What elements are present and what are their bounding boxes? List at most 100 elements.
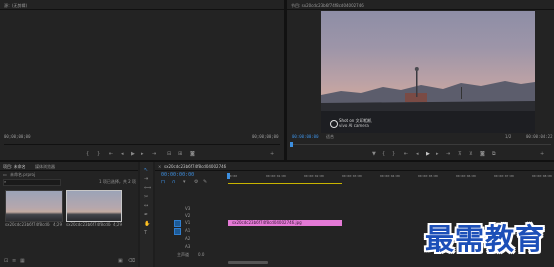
captions-icon[interactable]: ✎	[203, 180, 207, 185]
snap-icon[interactable]: ⊓	[161, 180, 165, 185]
selection-tool-icon[interactable]: ↖	[144, 168, 148, 173]
track-label-v2: V2	[185, 213, 191, 218]
overwrite-icon[interactable]: ⊞	[178, 152, 182, 157]
slip-tool-icon[interactable]: ↔	[144, 204, 148, 209]
search-icon: ⌕	[4, 179, 7, 184]
project-item-thumbnail-1[interactable]	[5, 190, 63, 222]
timeline-scrollbar[interactable]	[228, 261, 268, 264]
tools-panel: ↖ ⇥ ⟺ ✂ ↔ ✒ ✋ T	[140, 162, 153, 267]
source-monitor: 源：(无剪辑) 00;00;00;00 00;00;00;00 { } ⇤ ◂ …	[0, 0, 284, 160]
work-area-bar[interactable]	[228, 183, 342, 184]
timeline-timecode[interactable]: 00:00:00:00	[161, 173, 194, 178]
ruler-tick-label: 00:00:06:00	[456, 174, 476, 178]
mountains	[321, 67, 535, 133]
add-button-icon[interactable]: +	[270, 152, 274, 157]
track-label-a2: A2	[185, 236, 191, 241]
razor-tool-icon[interactable]: ✂	[144, 195, 148, 200]
icon-view-icon[interactable]: ▦	[20, 259, 25, 264]
program-end-timecode: 00:00:04:22	[526, 134, 553, 139]
folder-icon: ▭	[3, 172, 7, 177]
mark-in-icon[interactable]: {	[86, 152, 89, 157]
delete-icon[interactable]: ⌫	[128, 259, 135, 264]
type-tool-icon[interactable]: T	[144, 231, 147, 236]
playhead-marker-icon[interactable]	[290, 142, 293, 147]
mark-in-icon[interactable]: ▼	[372, 152, 376, 157]
step-back-icon[interactable]: ◂	[121, 152, 124, 157]
go-to-in-icon[interactable]: ⇤	[404, 152, 408, 157]
add-marker-icon[interactable]: ▾	[183, 180, 186, 185]
track-label-a3: A3	[185, 244, 191, 249]
export-frame-icon[interactable]: ◙	[190, 152, 195, 157]
close-tab-icon[interactable]: ×	[158, 164, 161, 169]
go-to-out-icon[interactable]: ⇥	[152, 152, 156, 157]
project-item-name-2[interactable]: sx20cdc23b6f74f8cd04002746.jpg	[66, 222, 111, 227]
ruler-tick-label: 00:00:04:00	[380, 174, 400, 178]
insert-icon[interactable]: ⊟	[167, 152, 171, 157]
source-timecode-right: 00;00;00;00	[252, 134, 279, 139]
track-target-a1[interactable]	[174, 228, 181, 235]
step-forward-icon[interactable]: ▸	[436, 152, 439, 157]
comparison-view-icon[interactable]: ⧉	[492, 152, 496, 157]
program-scrub-bar[interactable]	[291, 144, 551, 145]
source-scrub-bar[interactable]	[4, 144, 280, 145]
program-monitor-divider	[287, 9, 554, 10]
program-monitor-title[interactable]: 节目: sx20cdc23b6f74f8cd04002746	[291, 3, 364, 8]
pen-tool-icon[interactable]: ✒	[144, 213, 148, 218]
ruler-tick-label: 00:00:05:00	[418, 174, 438, 178]
linked-selection-icon[interactable]: ∩	[172, 180, 176, 185]
program-timecode[interactable]: 00:00:00:00	[292, 134, 319, 139]
project-item-name-1[interactable]: sx20cdc23b6f74f8cd04002746.jpg	[5, 222, 50, 227]
track-label-a1: A1	[185, 228, 191, 233]
track-label-v3: V3	[185, 206, 191, 211]
project-item-duration-2: 4;29	[113, 222, 122, 227]
ripple-edit-tool-icon[interactable]: ⟺	[144, 186, 151, 191]
lift-icon[interactable]: ⊼	[458, 152, 462, 157]
track-target-v1[interactable]	[174, 220, 181, 227]
add-button-icon[interactable]: +	[540, 152, 544, 157]
ruler-tick-label: 00:00:07:00	[494, 174, 514, 178]
play-icon[interactable]: ▶	[131, 152, 135, 157]
sequence-tab[interactable]: sx20cdc23b6f74f8cd04002746	[164, 164, 226, 169]
hand-tool-icon[interactable]: ✋	[144, 222, 150, 227]
tab-underline	[0, 170, 138, 171]
mark-out-icon[interactable]: {	[382, 152, 385, 157]
go-to-in-icon[interactable]: ⇤	[109, 152, 113, 157]
master-track-value[interactable]: 0.0	[198, 252, 204, 257]
source-timecode-left[interactable]: 00;00;00;00	[4, 134, 31, 139]
watermark-text: 最需教育	[425, 222, 546, 256]
mark-out-icon[interactable]: }	[97, 152, 100, 157]
mark-clip-icon[interactable]: }	[392, 152, 395, 157]
track-label-v1: V1	[185, 220, 191, 225]
ruler-tick-label: 00:00:03:00	[342, 174, 362, 178]
source-monitor-title[interactable]: 源：(无剪辑)	[4, 3, 27, 8]
playhead-icon[interactable]	[227, 173, 230, 179]
step-forward-icon[interactable]: ▸	[141, 152, 144, 157]
search-input[interactable]	[3, 179, 61, 186]
play-icon[interactable]: ▶	[426, 152, 430, 157]
extract-icon[interactable]: ⊻	[469, 152, 473, 157]
camera-watermark-logo	[330, 120, 338, 128]
ruler-tick-label: 00:00:08:00	[532, 174, 552, 178]
project-item-thumbnail-2[interactable]	[66, 190, 122, 222]
new-item-icon[interactable]: ▣	[118, 259, 123, 264]
video-clip[interactable]: sx20cdc23b6f74f8cd04002746.jpg	[228, 220, 342, 226]
program-video-frame: Shot on 文印相机 vivo AI camera	[321, 11, 535, 133]
track-select-tool-icon[interactable]: ⇥	[144, 177, 148, 182]
list-view-icon[interactable]: ≡	[12, 259, 16, 264]
tab-media-browser[interactable]: 媒体浏览器	[35, 164, 55, 169]
lock-icon[interactable]: ⊡	[4, 259, 8, 264]
go-to-out-icon[interactable]: ⇥	[446, 152, 450, 157]
zoom-fit-select[interactable]: 适合	[326, 134, 334, 139]
project-item-duration-1: 4;29	[53, 222, 62, 227]
project-panel: 项目: 未命名 媒体浏览器 ▭ 未命名.prproj ⌕ 1 项已选择，共 2 …	[0, 162, 138, 267]
video-clip-label: sx20cdc23b6f74f8cd04002746.jpg	[232, 220, 302, 225]
project-file-name: 未命名.prproj	[10, 172, 36, 177]
selection-count: 1 项已选择，共 2 项	[99, 179, 136, 184]
export-frame-icon[interactable]: ◙	[480, 152, 485, 157]
ruler-tick-label: 00:00:02:00	[304, 174, 324, 178]
step-back-icon[interactable]: ◂	[416, 152, 419, 157]
timeline-settings-icon[interactable]: ⚙	[194, 180, 198, 185]
playback-resolution-select[interactable]: 1/2	[505, 134, 511, 139]
time-ruler[interactable]: 00:00 00:00:01:00 00:00:02:00 00:00:03:00 00…	[228, 174, 552, 182]
tab-project[interactable]: 项目: 未命名	[3, 164, 26, 169]
